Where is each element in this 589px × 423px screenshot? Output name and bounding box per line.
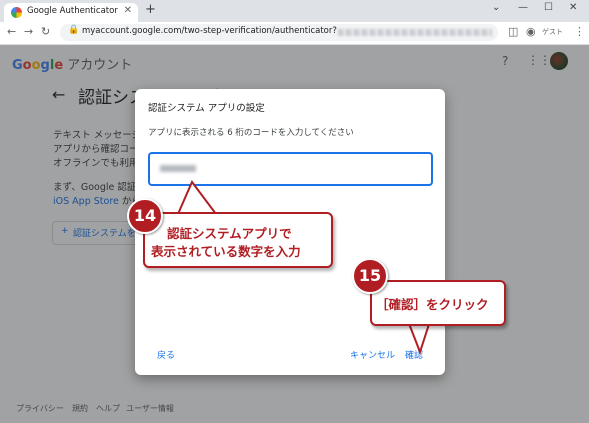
step15-text: ［確認］をクリック: [376, 297, 489, 312]
step15-callout: ［確認］をクリック: [370, 280, 506, 326]
step14-pointer: [176, 180, 218, 215]
step14-callout: 認証システムアプリで 表示されている数字を入力: [143, 212, 333, 268]
step14-badge: 14: [127, 198, 163, 234]
step15-badge: 15: [352, 258, 388, 294]
step14-line-2: 表示されている数字を入力: [151, 244, 301, 259]
step14-line-1: 認証システムアプリで: [167, 226, 292, 241]
